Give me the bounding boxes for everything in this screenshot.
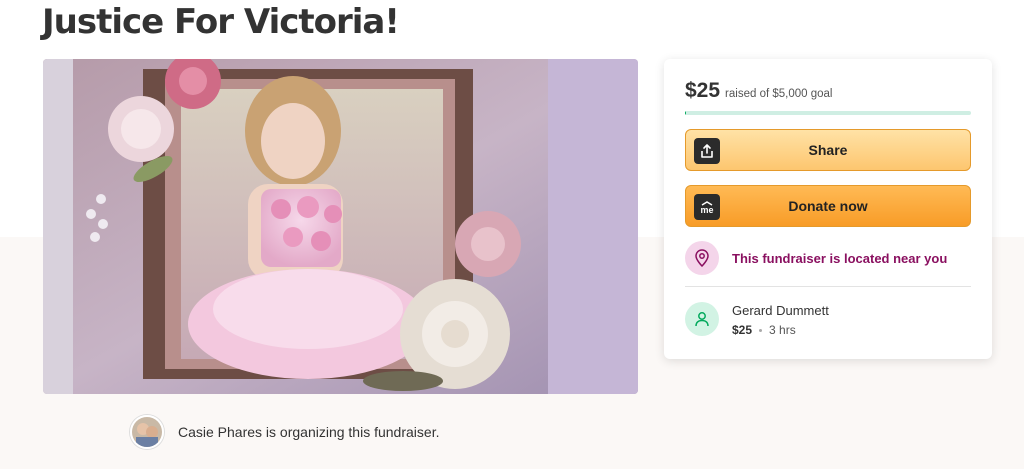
donor-meta: $25 3 hrs xyxy=(732,323,829,337)
gofundme-icon-text: me xyxy=(700,204,714,215)
donor-name: Gerard Dummett xyxy=(732,303,829,318)
organizer-avatar[interactable] xyxy=(130,415,164,449)
amount-raised: $25 xyxy=(685,79,721,102)
map-pin-icon xyxy=(685,241,719,275)
gofundme-icon: me xyxy=(694,194,720,220)
progress-bar xyxy=(685,111,971,115)
location-notice: This fundraiser is located near you xyxy=(685,241,947,275)
donate-button-label: Donate now xyxy=(788,198,868,214)
share-button[interactable]: Share xyxy=(685,129,971,171)
organizer-text: Casie Phares is organizing this fundrais… xyxy=(178,424,440,440)
donor-heart-icon xyxy=(685,302,719,336)
page-title: Justice For Victoria! xyxy=(42,2,400,42)
share-button-label: Share xyxy=(808,142,848,158)
donor-amount: $25 xyxy=(732,323,753,337)
location-text: This fundraiser is located near you xyxy=(732,250,948,266)
donation-time: 3 hrs xyxy=(769,323,796,337)
goal-text: raised of $5,000 goal xyxy=(725,88,833,100)
donation-card: $25 raised of $5,000 goal Share me Donat… xyxy=(664,59,992,359)
campaign-hero-image[interactable] xyxy=(43,59,638,394)
recent-donation: Gerard Dummett $25 3 hrs xyxy=(685,301,829,337)
divider xyxy=(685,286,971,287)
separator-dot xyxy=(759,328,763,332)
amount-raised-row: $25 raised of $5,000 goal xyxy=(685,79,832,103)
donate-button[interactable]: me Donate now xyxy=(685,185,971,227)
organizer-info: Casie Phares is organizing this fundrais… xyxy=(130,415,439,449)
share-icon xyxy=(694,138,720,164)
donor-details: Gerard Dummett $25 3 hrs xyxy=(732,301,829,337)
progress-bar-fill xyxy=(685,111,687,115)
